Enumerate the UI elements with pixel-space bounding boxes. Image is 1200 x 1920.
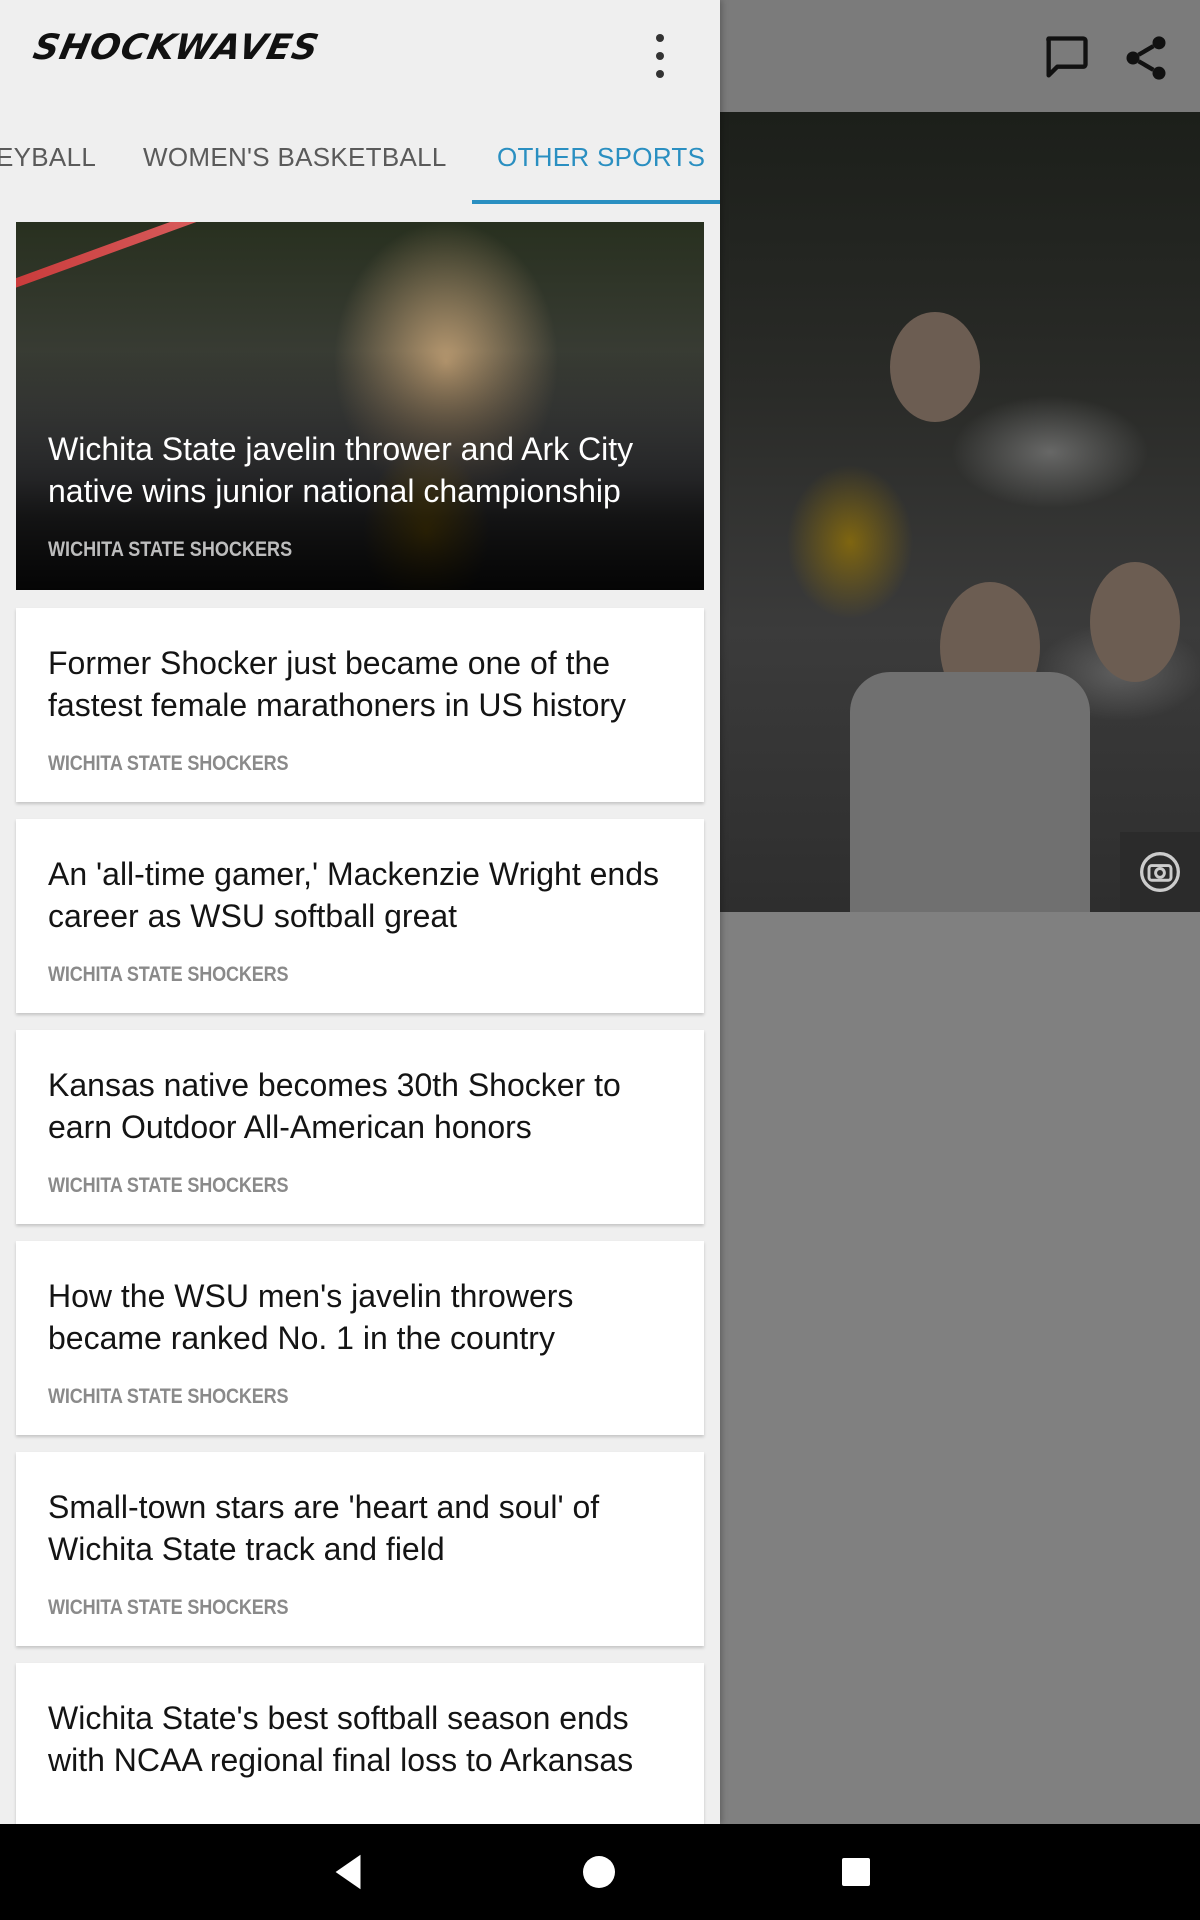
article-source: WICHITA STATE SHOCKERS (48, 1596, 289, 1619)
article-headline: Kansas native becomes 30th Shocker to ea… (48, 1067, 621, 1145)
article-source: WICHITA STATE SHOCKERS (48, 1174, 289, 1197)
article-source: WICHITA STATE SHOCKERS (48, 1385, 289, 1408)
comment-icon[interactable] (1040, 32, 1092, 84)
article-card[interactable]: Wichita State's best softball season end… (16, 1663, 704, 1824)
camera-icon (1140, 852, 1180, 892)
article-card[interactable]: Kansas native becomes 30th Shocker to ea… (16, 1030, 704, 1224)
featured-article-card[interactable]: Wichita State javelin thrower and Ark Ci… (16, 222, 704, 590)
tab-other-sports[interactable]: OTHER SPORTS (497, 142, 705, 173)
article-photo (720, 112, 1200, 912)
home-icon[interactable] (583, 1856, 615, 1888)
article-card[interactable]: An 'all-time gamer,' Mackenzie Wright en… (16, 819, 704, 1013)
camera-button[interactable] (1120, 832, 1200, 912)
back-icon[interactable] (326, 1848, 372, 1896)
hero-image (16, 222, 450, 291)
article-headline: Former Shocker just became one of the fa… (48, 645, 627, 723)
article-headline: Wichita State's best softball season end… (48, 1700, 634, 1778)
article-source: WICHITA STATE SHOCKERS (48, 538, 293, 561)
app-logo: SHOCKWAVES (29, 28, 323, 68)
article-headline: An 'all-time gamer,' Mackenzie Wright en… (48, 856, 659, 934)
article-headline: How the WSU men's javelin throwers becam… (48, 1278, 574, 1356)
article-headline: Wichita State javelin thrower and Ark Ci… (48, 431, 634, 509)
more-vert-icon (656, 34, 664, 42)
article-card[interactable]: How the WSU men's javelin throwers becam… (16, 1241, 704, 1435)
app-bar: SHOCKWAVES (0, 0, 720, 112)
article-card[interactable]: Small-town stars are 'heart and soul' of… (16, 1452, 704, 1646)
recents-icon[interactable] (842, 1858, 870, 1886)
active-tab-indicator (472, 200, 720, 204)
article-card[interactable]: Former Shocker just became one of the fa… (16, 608, 704, 802)
article-source: WICHITA STATE SHOCKERS (48, 752, 289, 775)
sports-feed-drawer: SHOCKWAVES EYBALL WOMEN'S BASKETBALL OTH… (0, 0, 720, 1824)
article-headline: Small-town stars are 'heart and soul' of… (48, 1489, 600, 1567)
article-toolbar (720, 0, 1200, 112)
overflow-menu-button[interactable] (640, 34, 680, 78)
tab-womens-basketball[interactable]: WOMEN'S BASKETBALL (143, 142, 447, 173)
share-icon[interactable] (1120, 32, 1172, 84)
system-nav-bar (0, 1824, 1200, 1920)
tab-volleyball[interactable]: EYBALL (0, 142, 96, 173)
section-tabs: EYBALL WOMEN'S BASKETBALL OTHER SPORTS (0, 112, 720, 208)
article-source: WICHITA STATE SHOCKERS (48, 963, 289, 986)
